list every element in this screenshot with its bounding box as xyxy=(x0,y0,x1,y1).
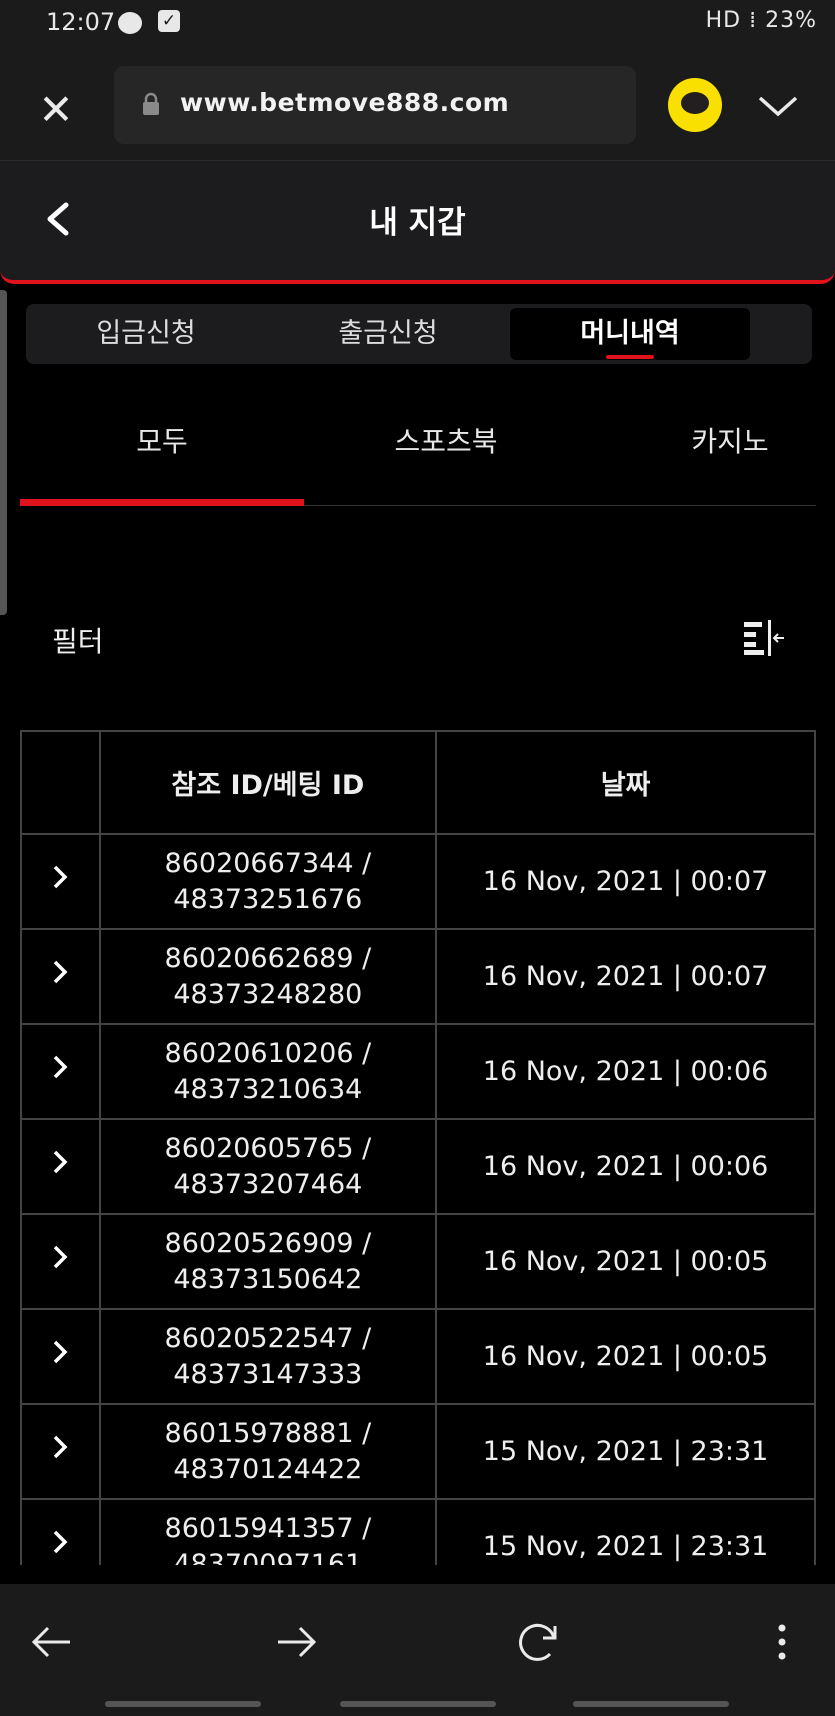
system-nav-indicator xyxy=(340,1701,496,1707)
ref-id: 86015941357 / xyxy=(164,1512,372,1544)
chevron-right-icon[interactable] xyxy=(50,1434,70,1460)
ref-bet-id-cell: 86020605765 / 48373207464 xyxy=(98,1118,438,1215)
more-menu-icon[interactable] xyxy=(754,1614,810,1670)
date-cell: 15 Nov, 2021 | 23:31 xyxy=(435,1403,816,1500)
checkbox-notification-icon: ✓ xyxy=(158,10,180,32)
bet-id: 48373251676 xyxy=(173,883,363,915)
chevron-right-icon[interactable] xyxy=(50,1149,70,1175)
ref-id: 86020662689 / xyxy=(164,942,372,974)
ref-id: 86020610206 / xyxy=(164,1037,372,1069)
ref-bet-id-header: 참조 ID/베팅 ID xyxy=(98,730,438,835)
ref-id: 86020526909 / xyxy=(164,1227,372,1259)
subtab-casino[interactable]: 카지노 xyxy=(588,420,835,460)
ref-id: 86020522547 / xyxy=(164,1322,372,1354)
expand-row-cell[interactable] xyxy=(20,1213,101,1310)
active-tab-underline xyxy=(606,355,654,359)
scroll-indicator xyxy=(0,290,7,615)
ref-id: 86020605765 / xyxy=(164,1132,372,1164)
subtab-sportsbook[interactable]: 스포츠북 xyxy=(304,420,588,460)
date-cell: 16 Nov, 2021 | 00:05 xyxy=(435,1308,816,1405)
ref-id: 86020667344 / xyxy=(164,847,372,879)
expand-row-cell[interactable] xyxy=(20,1023,101,1120)
tab-deposit[interactable]: 입금신청 xyxy=(26,304,266,364)
ref-bet-id-cell: 86020662689 / 48373248280 xyxy=(98,928,438,1025)
bet-id: 48373210634 xyxy=(173,1073,363,1105)
chevron-right-icon[interactable] xyxy=(50,1244,70,1270)
ref-bet-id-cell: 86020667344 / 48373251676 xyxy=(98,833,438,930)
filter-collapse-icon[interactable] xyxy=(740,618,786,658)
table-row[interactable]: 86020526909 / 48373150642 16 Nov, 2021 | 0… xyxy=(20,1213,816,1310)
chevron-right-icon[interactable] xyxy=(50,1054,70,1080)
subtab-active-indicator xyxy=(20,499,304,506)
bet-id: 48370097161 xyxy=(173,1548,363,1566)
expand-column-header xyxy=(20,730,101,835)
money-history-table: 참조 ID/베팅 ID 날짜 86020667344 / 48373251676 1… xyxy=(20,730,816,1565)
system-nav-indicator xyxy=(573,1701,729,1707)
bet-id: 48373147333 xyxy=(173,1358,363,1390)
expand-row-cell[interactable] xyxy=(20,1308,101,1405)
browser-bottom-nav xyxy=(0,1584,835,1716)
status-time: 12:07 xyxy=(46,8,116,36)
chevron-right-icon[interactable] xyxy=(50,1529,70,1555)
expand-row-cell[interactable] xyxy=(20,1498,101,1565)
ref-bet-id-cell: 86015941357 / 48370097161 xyxy=(98,1498,438,1566)
date-header: 날짜 xyxy=(435,730,816,835)
wallet-tabs: 입금신청 출금신청 머니내역 xyxy=(26,304,812,364)
table-row[interactable]: 86020667344 / 48373251676 16 Nov, 2021 | 0… xyxy=(20,833,816,930)
table-row[interactable]: 86015978881 / 48370124422 15 Nov, 2021 | 2… xyxy=(20,1403,816,1500)
date-cell: 15 Nov, 2021 | 23:31 xyxy=(435,1498,816,1565)
bet-id: 48373150642 xyxy=(173,1263,363,1295)
filter-label: 필터 xyxy=(52,625,104,658)
refresh-icon[interactable] xyxy=(510,1614,566,1670)
ref-bet-id-cell: 86020522547 / 48373147333 xyxy=(98,1308,438,1405)
chevron-down-icon[interactable] xyxy=(756,84,800,128)
close-icon[interactable]: ✕ xyxy=(30,84,82,136)
tab-withdraw[interactable]: 출금신청 xyxy=(268,304,508,364)
chevron-right-icon[interactable] xyxy=(50,959,70,985)
expand-row-cell[interactable] xyxy=(20,833,101,930)
forward-icon[interactable] xyxy=(268,1614,324,1670)
back-icon[interactable] xyxy=(24,1614,80,1670)
ref-bet-id-cell: 86020610206 / 48373210634 xyxy=(98,1023,438,1120)
table-row[interactable]: 86020522547 / 48373147333 16 Nov, 2021 | 0… xyxy=(20,1308,816,1405)
kakao-chat-icon[interactable] xyxy=(668,78,722,132)
chevron-right-icon[interactable] xyxy=(50,864,70,890)
expand-row-cell[interactable] xyxy=(20,928,101,1025)
chevron-right-icon[interactable] xyxy=(50,1339,70,1365)
date-cell: 16 Nov, 2021 | 00:07 xyxy=(435,833,816,930)
status-indicators: HD ⁞ 23% xyxy=(705,8,817,33)
date-cell: 16 Nov, 2021 | 00:06 xyxy=(435,1118,816,1215)
table-row[interactable]: 86020610206 / 48373210634 16 Nov, 2021 | 0… xyxy=(20,1023,816,1120)
lock-icon xyxy=(143,92,159,115)
date-cell: 16 Nov, 2021 | 00:06 xyxy=(435,1023,816,1120)
page-title: 내 지갑 xyxy=(369,205,466,241)
bet-id: 48370124422 xyxy=(173,1453,363,1485)
subtab-all[interactable]: 모두 xyxy=(20,420,304,460)
table-row[interactable]: 86020662689 / 48373248280 16 Nov, 2021 | 0… xyxy=(20,928,816,1025)
table-row[interactable]: 86020605765 / 48373207464 16 Nov, 2021 | 0… xyxy=(20,1118,816,1215)
expand-row-cell[interactable] xyxy=(20,1403,101,1500)
expand-row-cell[interactable] xyxy=(20,1118,101,1215)
ref-bet-id-cell: 86015978881 / 48370124422 xyxy=(98,1403,438,1500)
table-row[interactable]: 86015941357 / 48370097161 15 Nov, 2021 | 2… xyxy=(20,1498,816,1566)
bet-id: 48373207464 xyxy=(173,1168,363,1200)
url-text: www.betmove888.com xyxy=(180,88,510,117)
browser-toolbar: ✕ www.betmove888.com xyxy=(0,48,835,161)
status-bar: 12:07 ✓ HD ⁞ 23% xyxy=(0,0,835,48)
bet-id: 48373248280 xyxy=(173,978,363,1010)
system-nav-indicator xyxy=(105,1701,261,1707)
date-cell: 16 Nov, 2021 | 00:07 xyxy=(435,928,816,1025)
ref-bet-id-cell: 86020526909 / 48373150642 xyxy=(98,1213,438,1310)
address-bar[interactable]: www.betmove888.com xyxy=(114,66,636,144)
date-cell: 16 Nov, 2021 | 00:05 xyxy=(435,1213,816,1310)
ref-id: 86015978881 / xyxy=(164,1417,372,1449)
chat-notification-icon xyxy=(118,12,142,34)
page-header: 내 지갑 xyxy=(0,161,835,284)
table-header-row: 참조 ID/베팅 ID 날짜 xyxy=(20,730,816,835)
